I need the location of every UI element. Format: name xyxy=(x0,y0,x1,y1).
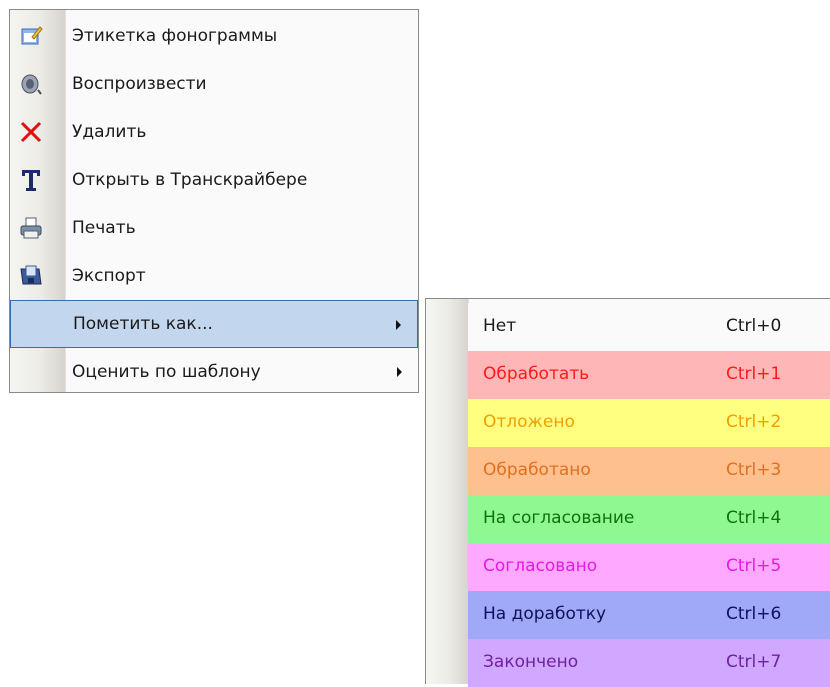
printer-icon xyxy=(17,214,45,242)
speaker-icon xyxy=(17,70,45,98)
submenu-arrow-icon xyxy=(397,367,402,377)
label-edit-icon xyxy=(17,22,45,50)
mark-item-processed[interactable]: Обработано Ctrl+3 xyxy=(468,447,830,495)
mark-label: На доработку xyxy=(483,604,607,624)
menu-item-label: Экспорт xyxy=(72,266,146,286)
mark-shortcut: Ctrl+6 xyxy=(726,604,782,624)
menu-item-track-label[interactable]: Этикетка фонограммы xyxy=(10,12,418,60)
mark-label: Обработано xyxy=(483,460,591,480)
menu-item-label: Печать xyxy=(72,218,136,238)
menu-item-label: Пометить как... xyxy=(73,314,213,334)
menu-item-play[interactable]: Воспроизвести xyxy=(10,60,418,108)
mark-label: Нет xyxy=(483,316,517,336)
mark-shortcut: Ctrl+2 xyxy=(726,412,782,432)
mark-shortcut: Ctrl+5 xyxy=(726,556,782,576)
menu-item-print[interactable]: Печать xyxy=(10,204,418,252)
transcriber-t-icon xyxy=(17,166,45,194)
menu-item-label: Оценить по шаблону xyxy=(72,362,261,382)
export-icon xyxy=(17,262,45,290)
context-menu: Этикетка фонограммы Воспроизвести Удалит… xyxy=(9,9,419,393)
menu-item-label: Воспроизвести xyxy=(72,74,207,94)
menu-item-export[interactable]: Экспорт xyxy=(10,252,418,300)
menu-item-mark-as[interactable]: Пометить как... xyxy=(10,300,418,348)
mark-as-submenu: Нет Ctrl+0 Обработать Ctrl+1 Отложено Ct… xyxy=(425,298,830,687)
menu-item-label: Открыть в Транскрайбере xyxy=(72,170,308,190)
mark-item-rework[interactable]: На доработку Ctrl+6 xyxy=(468,591,830,639)
menu-item-rate-by-template[interactable]: Оценить по шаблону xyxy=(10,348,418,396)
mark-label: Согласовано xyxy=(483,556,598,576)
menu-item-label: Этикетка фонограммы xyxy=(72,26,278,46)
mark-item-none[interactable]: Нет Ctrl+0 xyxy=(468,303,830,351)
mark-item-postponed[interactable]: Отложено Ctrl+2 xyxy=(468,399,830,447)
mark-item-approved[interactable]: Согласовано Ctrl+5 xyxy=(468,543,830,591)
mark-shortcut: Ctrl+4 xyxy=(726,508,782,528)
mark-label: Закончено xyxy=(483,652,579,672)
mark-shortcut: Ctrl+3 xyxy=(726,460,782,480)
mark-item-for-approval[interactable]: На согласование Ctrl+4 xyxy=(468,495,830,543)
mark-shortcut: Ctrl+1 xyxy=(726,364,782,384)
mark-shortcut: Ctrl+7 xyxy=(726,652,782,672)
submenu-arrow-icon xyxy=(396,320,401,330)
mark-item-to-process[interactable]: Обработать Ctrl+1 xyxy=(468,351,830,399)
delete-x-icon xyxy=(17,118,45,146)
mark-item-finished[interactable]: Закончено Ctrl+7 xyxy=(468,639,830,687)
menu-item-delete[interactable]: Удалить xyxy=(10,108,418,156)
mark-label: Обработать xyxy=(483,364,590,384)
submenu-icon-gutter xyxy=(426,299,469,684)
menu-item-label: Удалить xyxy=(72,122,147,142)
mark-label: На согласование xyxy=(483,508,635,528)
menu-item-open-transcriber[interactable]: Открыть в Транскрайбере xyxy=(10,156,418,204)
mark-label: Отложено xyxy=(483,412,575,432)
mark-shortcut: Ctrl+0 xyxy=(726,316,782,336)
